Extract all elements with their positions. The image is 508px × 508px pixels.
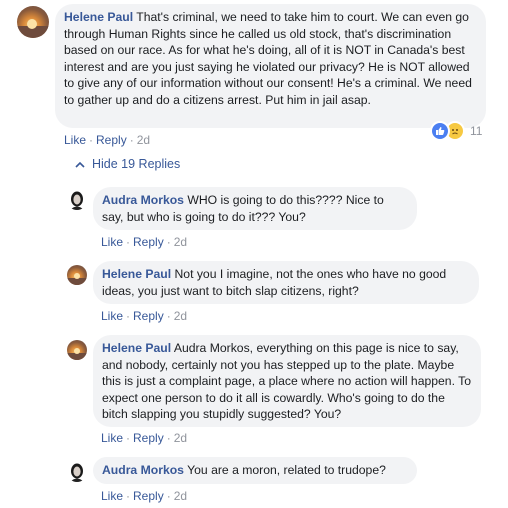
chevron-up-icon [75,160,85,171]
timestamp[interactable]: 2d [137,133,150,147]
reply-link[interactable]: Reply [133,309,164,323]
reply-actions: Like · Reply · 2d [101,431,188,445]
avatar-helene-paul[interactable] [67,265,87,285]
avatar-audra-morkos[interactable] [67,462,87,482]
reply-actions: Like · Reply · 2d [101,309,188,323]
reply-author[interactable]: Audra Morkos [102,463,184,477]
reply-bubble: Audra Morkos You are a moron, related to… [93,457,417,484]
reaction-count: 11 [470,124,483,138]
timestamp[interactable]: 2d [174,431,187,445]
like-link[interactable]: Like [101,489,123,503]
reply-bubble: Audra Morkos WHO is going to do this????… [93,187,417,230]
reply-author[interactable]: Helene Paul [102,341,171,355]
like-link[interactable]: Like [101,235,123,249]
reply-link[interactable]: Reply [133,431,164,445]
reply-link[interactable]: Reply [133,489,164,503]
reply-link[interactable]: Reply [96,133,127,147]
reply-bubble: Helene Paul Audra Morkos, everything on … [93,335,481,427]
timestamp[interactable]: 2d [174,309,187,323]
timestamp[interactable]: 2d [174,235,187,249]
reaction-summary[interactable]: 11 [430,121,482,141]
timestamp[interactable]: 2d [174,489,187,503]
comment-text: That's criminal, we need to take him to … [64,10,472,107]
avatar-helene-paul[interactable] [67,340,87,360]
reply-author[interactable]: Helene Paul [102,267,171,281]
reply-bubble: Helene Paul Not you I imagine, not the o… [93,261,479,304]
hide-replies-link[interactable]: Hide 19 Replies [75,157,180,171]
avatar-audra-morkos[interactable] [67,190,87,210]
comment-bubble: Helene Paul That's criminal, we need to … [55,4,486,128]
reply-text: You are a moron, related to trudope? [187,463,386,477]
comment-author[interactable]: Helene Paul [64,10,133,24]
avatar-helene-paul[interactable] [17,6,49,38]
reply-link[interactable]: Reply [133,235,164,249]
comment-actions: Like · Reply · 2d [64,133,151,147]
reply-actions: Like · Reply · 2d [101,489,188,503]
reply-author[interactable]: Audra Morkos [102,193,184,207]
like-link[interactable]: Like [101,431,123,445]
like-link[interactable]: Like [64,133,86,147]
reply-actions: Like · Reply · 2d [101,235,188,249]
like-link[interactable]: Like [101,309,123,323]
like-icon [430,121,450,141]
hide-replies-label: Hide 19 Replies [92,157,181,171]
